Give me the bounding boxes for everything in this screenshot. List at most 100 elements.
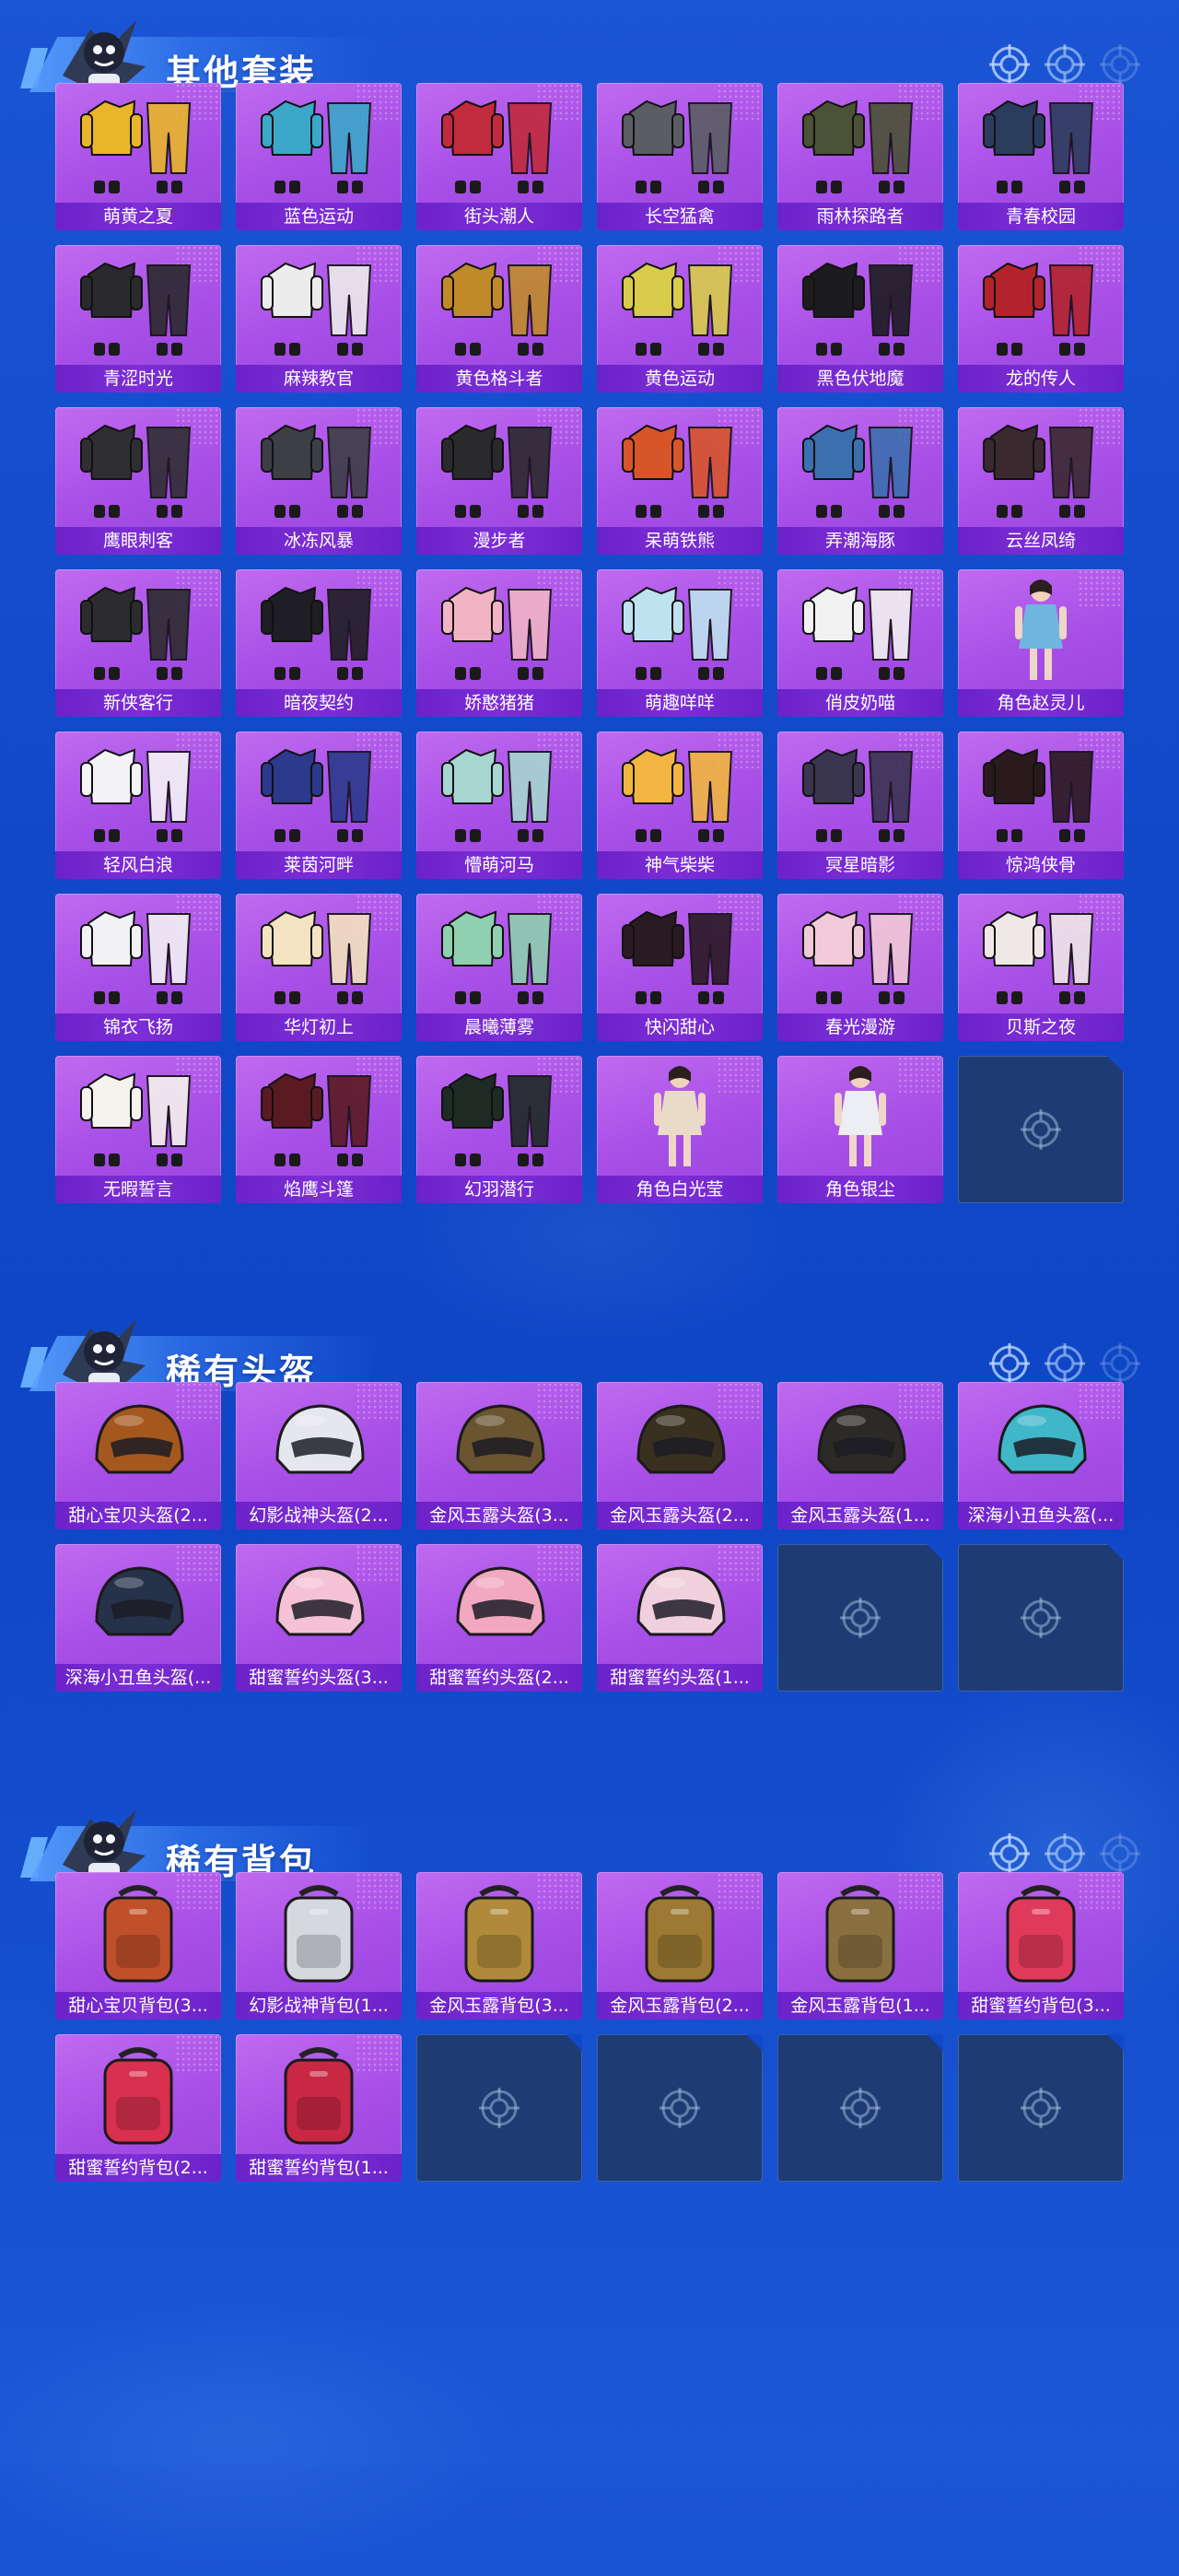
outfit-icon xyxy=(615,251,744,359)
item-card[interactable]: 雨林探路者 xyxy=(777,83,943,230)
item-label: 雨林探路者 xyxy=(777,203,943,230)
crosshair-icon xyxy=(1045,1833,1085,1874)
helmet-icon xyxy=(615,1388,744,1496)
item-card[interactable]: 轻风白浪 xyxy=(55,732,221,879)
item-label: 俏皮奶喵 xyxy=(777,689,943,717)
outfit-icon xyxy=(615,899,744,1008)
crosshair-icon xyxy=(1045,44,1085,85)
outfit-icon xyxy=(435,413,564,521)
crosshair-icon xyxy=(1021,1598,1061,1638)
item-card[interactable]: 云丝凤绮 xyxy=(958,407,1124,555)
item-label: 幻羽潜行 xyxy=(416,1176,582,1203)
item-card[interactable]: 长空猛禽 xyxy=(597,83,763,230)
outfit-icon xyxy=(254,1061,383,1170)
item-card[interactable]: 萌趣咩咩 xyxy=(597,569,763,717)
item-card[interactable]: 甜蜜誓约背包(3... xyxy=(958,1872,1124,2020)
outfit-icon xyxy=(796,88,925,197)
crosshair-icon xyxy=(989,1833,1030,1874)
item-card[interactable]: 角色白光莹 xyxy=(597,1056,763,1203)
item-card[interactable]: 街头潮人 xyxy=(416,83,582,230)
item-card[interactable]: 春光漫游 xyxy=(777,894,943,1041)
character-icon xyxy=(615,1061,744,1170)
item-card[interactable]: 锦衣飞扬 xyxy=(55,894,221,1041)
item-card[interactable]: 金风玉露背包(2... xyxy=(597,1872,763,2020)
crosshair-icon xyxy=(1100,1343,1140,1384)
item-card[interactable]: 漫步者 xyxy=(416,407,582,555)
item-card[interactable]: 深海小丑鱼头盔(... xyxy=(958,1382,1124,1529)
item-card[interactable]: 黄色运动 xyxy=(597,245,763,392)
character-icon xyxy=(796,1061,925,1170)
item-card[interactable]: 神气柴柴 xyxy=(597,732,763,879)
item-card[interactable]: 快闪甜心 xyxy=(597,894,763,1041)
item-label: 焰鹰斗篷 xyxy=(236,1176,402,1203)
item-card[interactable]: 角色银尘 xyxy=(777,1056,943,1203)
empty-slot xyxy=(958,2034,1124,2182)
item-card[interactable]: 甜蜜誓约背包(2... xyxy=(55,2034,221,2182)
item-card[interactable]: 幻影战神背包(1... xyxy=(236,1872,402,2020)
crosshair-icon xyxy=(660,2088,700,2128)
item-card[interactable]: 懵萌河马 xyxy=(416,732,582,879)
item-card[interactable]: 娇憨猪猪 xyxy=(416,569,582,717)
header-icon-group xyxy=(989,1833,1140,1874)
item-card[interactable]: 弄潮海豚 xyxy=(777,407,943,555)
item-card[interactable]: 呆萌铁熊 xyxy=(597,407,763,555)
empty-slot xyxy=(958,1544,1124,1692)
outfit-icon xyxy=(254,251,383,359)
item-card[interactable]: 萌黄之夏 xyxy=(55,83,221,230)
item-label: 甜蜜誓约头盔(3... xyxy=(236,1664,402,1692)
item-card[interactable]: 鹰眼刺客 xyxy=(55,407,221,555)
item-card[interactable]: 幻影战神头盔(2... xyxy=(236,1382,402,1529)
outfit-icon xyxy=(254,413,383,521)
item-card[interactable]: 焰鹰斗篷 xyxy=(236,1056,402,1203)
item-card[interactable]: 华灯初上 xyxy=(236,894,402,1041)
item-card[interactable]: 莱茵河畔 xyxy=(236,732,402,879)
item-card[interactable]: 甜心宝贝背包(3... xyxy=(55,1872,221,2020)
item-label: 甜蜜誓约头盔(1... xyxy=(597,1664,763,1692)
item-label: 贝斯之夜 xyxy=(958,1013,1124,1041)
item-card[interactable]: 甜蜜誓约头盔(2... xyxy=(416,1544,582,1692)
item-card[interactable]: 金风玉露头盔(3... xyxy=(416,1382,582,1529)
item-card[interactable]: 黑色伏地魔 xyxy=(777,245,943,392)
item-card[interactable]: 晨曦薄雾 xyxy=(416,894,582,1041)
item-card[interactable]: 暗夜契约 xyxy=(236,569,402,717)
empty-slot xyxy=(777,2034,943,2182)
item-label: 新侠客行 xyxy=(55,689,221,717)
item-card[interactable]: 惊鸿侠骨 xyxy=(958,732,1124,879)
item-card[interactable]: 贝斯之夜 xyxy=(958,894,1124,1041)
item-card[interactable]: 金风玉露背包(1... xyxy=(777,1872,943,2020)
item-card[interactable]: 金风玉露背包(3... xyxy=(416,1872,582,2020)
item-card[interactable]: 甜心宝贝头盔(2... xyxy=(55,1382,221,1529)
item-card[interactable]: 冰冻风暴 xyxy=(236,407,402,555)
item-card[interactable]: 幻羽潜行 xyxy=(416,1056,582,1203)
item-card[interactable]: 深海小丑鱼头盔(... xyxy=(55,1544,221,1692)
item-card[interactable]: 甜蜜誓约头盔(1... xyxy=(597,1544,763,1692)
item-card[interactable]: 角色赵灵儿 xyxy=(958,569,1124,717)
item-card[interactable]: 麻辣教官 xyxy=(236,245,402,392)
item-card[interactable]: 青春校园 xyxy=(958,83,1124,230)
item-card[interactable]: 甜蜜誓约头盔(3... xyxy=(236,1544,402,1692)
crosshair-icon xyxy=(840,1598,881,1638)
item-card[interactable]: 金风玉露头盔(1... xyxy=(777,1382,943,1529)
item-label: 暗夜契约 xyxy=(236,689,402,717)
header-icon-group xyxy=(989,44,1140,85)
item-card[interactable]: 冥星暗影 xyxy=(777,732,943,879)
item-card[interactable]: 甜蜜誓约背包(1... xyxy=(236,2034,402,2182)
item-card[interactable]: 俏皮奶喵 xyxy=(777,569,943,717)
item-card[interactable]: 蓝色运动 xyxy=(236,83,402,230)
item-card[interactable]: 金风玉露头盔(2... xyxy=(597,1382,763,1529)
item-label: 幻影战神背包(1... xyxy=(236,1992,402,2020)
item-label: 萌趣咩咩 xyxy=(597,689,763,717)
outfit-icon xyxy=(254,88,383,197)
item-card[interactable]: 黄色格斗者 xyxy=(416,245,582,392)
outfit-icon xyxy=(74,413,203,521)
item-card[interactable]: 青涩时光 xyxy=(55,245,221,392)
empty-slot xyxy=(597,2034,763,2182)
item-card[interactable]: 新侠客行 xyxy=(55,569,221,717)
item-label: 金风玉露头盔(2... xyxy=(597,1502,763,1529)
item-label: 甜蜜誓约背包(1... xyxy=(236,2154,402,2182)
outfit-icon xyxy=(615,575,744,684)
item-label: 鹰眼刺客 xyxy=(55,527,221,555)
item-card[interactable]: 无暇誓言 xyxy=(55,1056,221,1203)
item-label: 青涩时光 xyxy=(55,365,221,392)
item-card[interactable]: 龙的传人 xyxy=(958,245,1124,392)
